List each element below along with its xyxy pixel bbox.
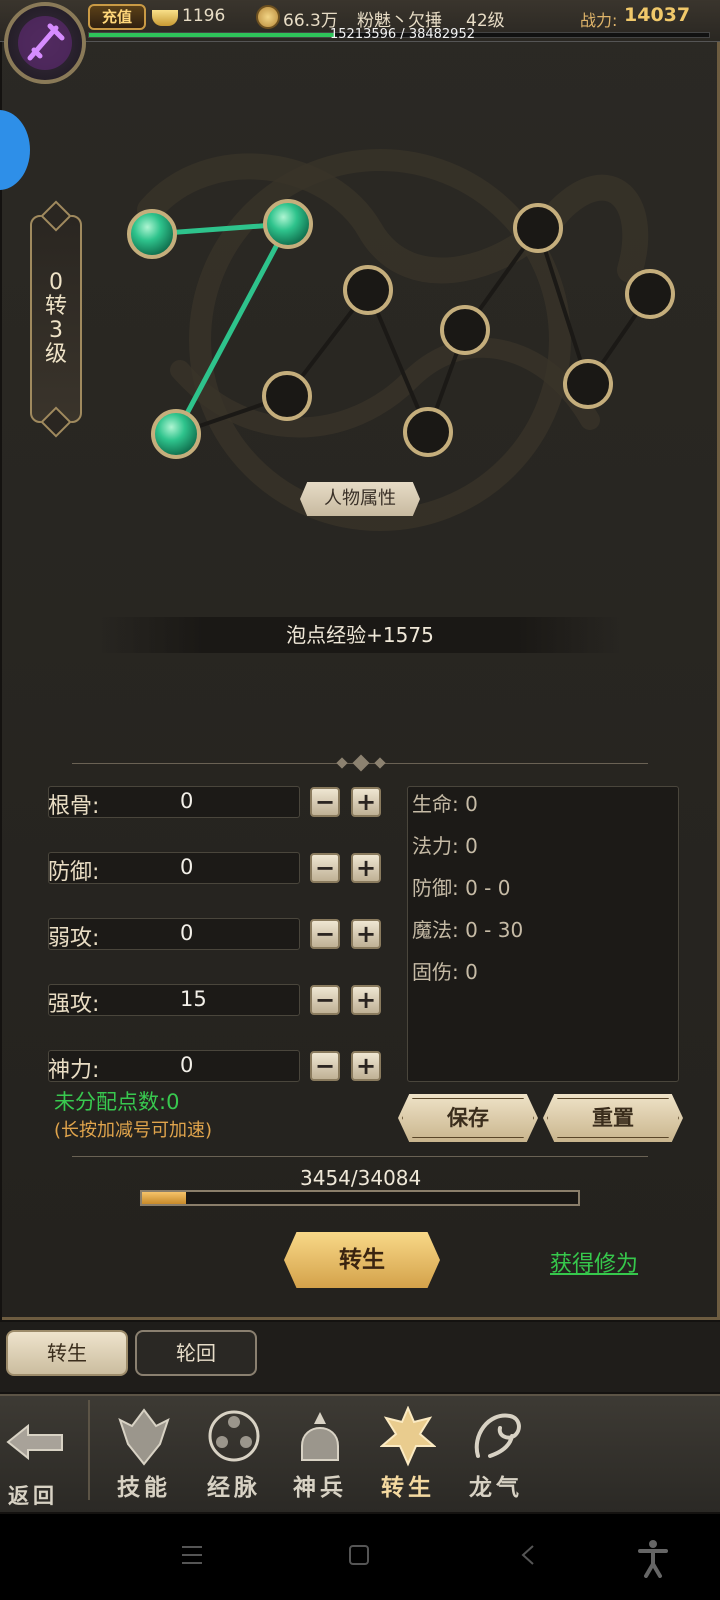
reset-button[interactable]: 重置: [543, 1094, 683, 1142]
stat-value-strong-attack: 15: [180, 987, 207, 1011]
cultivation-progress-fill: [142, 1192, 187, 1204]
back-button[interactable]: 返回: [4, 1420, 76, 1510]
nav-dragon-energy[interactable]: 龙气: [456, 1406, 536, 1506]
stat-label-bone: 根骨:: [48, 794, 100, 819]
stat-label-divine-power: 神力:: [48, 1058, 100, 1083]
gain-cultivation-link[interactable]: 获得修为: [550, 1246, 638, 1278]
back-arrow-icon: [6, 1423, 63, 1461]
tab-rebirth[interactable]: 转生: [6, 1330, 128, 1376]
idle-exp-text: 泡点经验+1575: [100, 617, 620, 653]
info-mp: 法力: 0: [412, 834, 478, 858]
stat-value-bone: 0: [180, 789, 194, 813]
power-label: 战力:: [580, 11, 618, 30]
nav-meridians-label: 经脉: [207, 1475, 261, 1501]
node-empty: [563, 359, 613, 409]
avatar[interactable]: [4, 2, 86, 84]
ingot-icon: [152, 10, 178, 26]
exp-text: 15213596 / 38482952: [330, 27, 475, 42]
nav-rebirth[interactable]: 转生: [368, 1406, 448, 1506]
rebirth-button[interactable]: 转生: [284, 1232, 440, 1288]
nav-skills-label: 技能: [117, 1475, 171, 1501]
stat-value-weak-attack: 0: [180, 921, 194, 945]
plus-button[interactable]: +: [351, 985, 381, 1015]
info-defense: 防御: 0 - 0: [412, 876, 511, 900]
minus-button[interactable]: −: [310, 1051, 340, 1081]
rank-char: 级: [44, 342, 67, 367]
plus-button[interactable]: +: [351, 1051, 381, 1081]
back-nav-icon[interactable]: [520, 1544, 536, 1566]
node-active: [263, 199, 313, 249]
stat-label-weak-attack: 弱攻:: [48, 926, 100, 951]
sword-icon: [18, 16, 72, 70]
rank-char: 0: [49, 270, 63, 295]
nav-divine-weapon[interactable]: 神兵: [280, 1406, 360, 1506]
unallocated-points: 未分配点数:0: [54, 1090, 180, 1114]
plus-button[interactable]: +: [351, 853, 381, 883]
node-empty-group: [262, 203, 675, 457]
character-attributes-button[interactable]: 人物属性: [300, 482, 420, 516]
cultivation-progress-bar: [140, 1190, 580, 1206]
minus-button[interactable]: −: [310, 985, 340, 1015]
save-button[interactable]: 保存: [398, 1094, 538, 1142]
plus-button[interactable]: +: [351, 919, 381, 949]
coin-icon: [256, 5, 280, 29]
stat-value-divine-power: 0: [180, 1053, 194, 1077]
node-empty: [513, 203, 563, 253]
tab-reincarnation[interactable]: 轮回: [135, 1330, 257, 1376]
rank-char: 转: [44, 294, 67, 319]
nav-separator: [88, 1400, 90, 1500]
nav-divine-weapon-label: 神兵: [293, 1475, 347, 1501]
ingot-count: 1196: [182, 6, 226, 26]
exp-bar-fill: [89, 33, 334, 37]
info-hp: 生命: 0: [412, 792, 478, 816]
section-divider: [72, 1156, 648, 1157]
rebirth-icon: [380, 1406, 436, 1467]
recharge-button[interactable]: 充值: [88, 4, 146, 30]
info-magic: 魔法: 0 - 30: [412, 918, 524, 942]
nav-skills[interactable]: 技能: [104, 1406, 184, 1506]
node-active: [151, 409, 201, 459]
hold-hint: (长按加减号可加速): [54, 1120, 213, 1141]
power-value: 14037: [624, 4, 691, 26]
node-empty: [343, 265, 393, 315]
stat-value-defense: 0: [180, 855, 194, 879]
info-fixed-damage: 固伤: 0: [412, 960, 478, 984]
accessibility-icon[interactable]: [636, 1538, 670, 1578]
node-empty: [625, 269, 675, 319]
node-empty: [440, 305, 490, 355]
skills-icon: [118, 1408, 170, 1466]
node-empty: [262, 371, 312, 421]
rank-char: 3: [49, 318, 63, 343]
home-icon[interactable]: [348, 1544, 370, 1566]
dragon-icon: [474, 1413, 521, 1458]
meridians-icon: [208, 1410, 260, 1462]
minus-button[interactable]: −: [310, 919, 340, 949]
helmet-icon: [301, 1412, 339, 1461]
plus-button[interactable]: +: [351, 787, 381, 817]
minus-button[interactable]: −: [310, 787, 340, 817]
back-label: 返回: [8, 1484, 58, 1508]
minus-button[interactable]: −: [310, 853, 340, 883]
cultivation-progress-text: 3454/34084: [300, 1166, 422, 1190]
stat-label-strong-attack: 强攻:: [48, 992, 100, 1017]
nav-rebirth-label: 转生: [381, 1475, 435, 1501]
nav-meridians[interactable]: 经脉: [194, 1406, 274, 1506]
nav-dragon-energy-label: 龙气: [469, 1475, 523, 1501]
stat-label-defense: 防御:: [48, 860, 100, 885]
node-active: [127, 209, 177, 259]
menu-icon[interactable]: [180, 1544, 204, 1566]
node-empty: [403, 407, 453, 457]
rebirth-rank-ribbon: 0 转 3 级: [30, 200, 82, 438]
